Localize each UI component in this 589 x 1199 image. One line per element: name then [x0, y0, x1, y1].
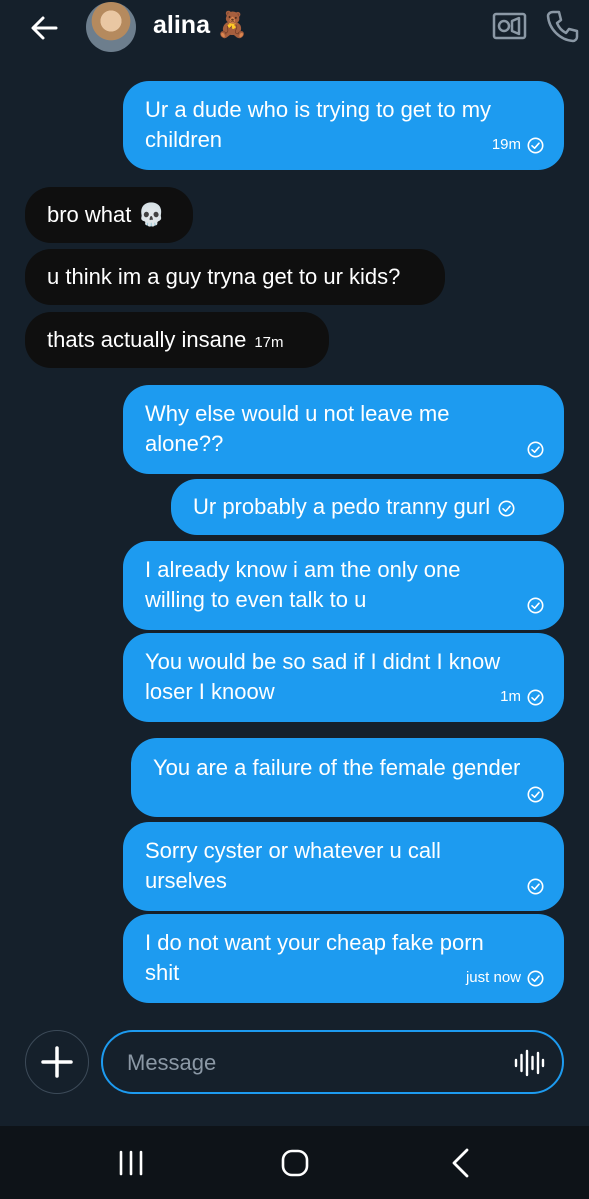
outgoing-message[interactable]: Why else would u not leave me alone?? [123, 385, 564, 474]
check-circle-icon [527, 689, 544, 705]
check-circle-icon [527, 970, 544, 986]
arrow-left-icon [31, 16, 58, 40]
message-text: Ur a dude who is trying to get to my chi… [145, 97, 492, 152]
message-time: 19m [491, 136, 521, 153]
chat-header: alina 🧸 [0, 0, 589, 56]
incoming-message[interactable]: bro what 💀 [25, 187, 193, 243]
contact-name[interactable]: alina 🧸 [153, 11, 248, 40]
add-media-button[interactable] [25, 1030, 89, 1094]
message-time: just now [465, 969, 521, 986]
check-circle-icon [527, 878, 544, 895]
recent-apps-icon [119, 1150, 143, 1176]
check-circle-icon [498, 500, 515, 517]
message-box[interactable] [101, 1030, 564, 1094]
message-text: Why else would u not leave me alone?? [145, 401, 450, 456]
incoming-message[interactable]: u think im a guy tryna get to ur kids? [25, 249, 445, 305]
message-input[interactable] [125, 1046, 489, 1080]
message-text: u think im a guy tryna get to ur kids? [47, 264, 401, 289]
incoming-message[interactable]: thats actually insane 17m [25, 312, 329, 368]
plus-icon [40, 1045, 73, 1078]
sound-wave-icon [514, 1049, 545, 1077]
message-composer [0, 1024, 589, 1104]
outgoing-message[interactable]: You are a failure of the female gender [131, 738, 564, 817]
voice-message-button[interactable] [513, 1048, 545, 1078]
system-navigation-bar [0, 1126, 589, 1199]
message-text: bro what 💀 [47, 202, 165, 227]
message-text: You are a failure of the female gender [153, 755, 521, 780]
message-text: Sorry cyster or whatever u call urselves [145, 838, 441, 893]
chevron-left-icon [452, 1148, 469, 1178]
contact-avatar[interactable] [86, 2, 136, 52]
outgoing-message[interactable]: Ur probably a pedo tranny gurl [171, 479, 564, 535]
video-camera-icon [492, 12, 527, 40]
message-text: You would be so sad if I didnt I know lo… [145, 649, 501, 704]
system-back-button[interactable] [446, 1146, 476, 1180]
outgoing-message[interactable]: Sorry cyster or whatever u call urselves [123, 822, 564, 911]
outgoing-message[interactable]: I already know i am the only one willing… [123, 541, 564, 630]
message-text: I already know i am the only one willing… [145, 557, 461, 612]
message-content: thats actually insane 17m [47, 312, 309, 371]
message-text: thats actually insane [47, 327, 247, 352]
message-content: Ur probably a pedo tranny gurl [193, 492, 544, 522]
check-circle-icon [527, 597, 544, 614]
outgoing-message[interactable]: You would be so sad if I didnt I know lo… [123, 633, 564, 722]
back-button[interactable] [28, 12, 60, 44]
video-call-button[interactable] [492, 10, 528, 42]
home-button[interactable] [278, 1146, 312, 1180]
check-circle-icon [527, 786, 544, 803]
outgoing-message[interactable]: Ur a dude who is trying to get to my chi… [123, 81, 564, 170]
message-time: 17m [254, 334, 284, 351]
check-circle-icon [527, 441, 544, 458]
recent-apps-button[interactable] [114, 1148, 148, 1178]
home-icon [281, 1149, 309, 1177]
outgoing-message[interactable]: I do not want your cheap fake porn shit … [123, 914, 564, 1003]
message-time: 1m [500, 688, 521, 705]
message-text: Ur probably a pedo tranny gurl [193, 494, 491, 519]
check-circle-icon [527, 137, 544, 153]
phone-call-button[interactable] [546, 9, 580, 43]
phone-icon [546, 10, 579, 43]
